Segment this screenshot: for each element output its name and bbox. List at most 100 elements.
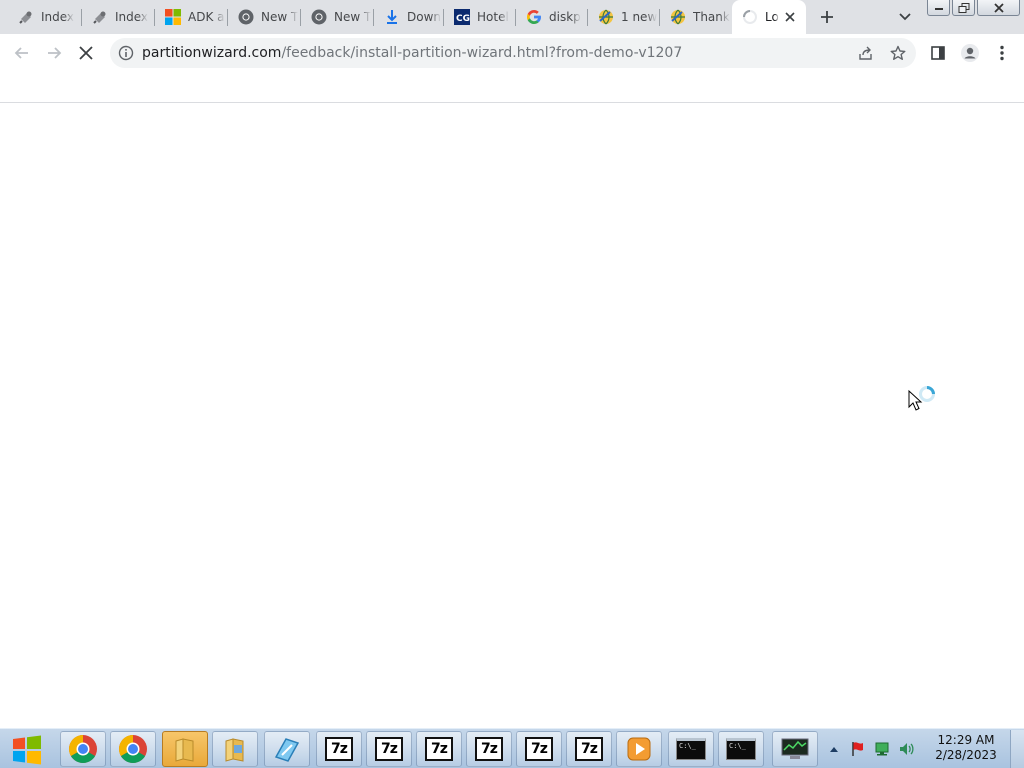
tab-strip: Index Index ADK a New T New T Down CG Ho… [0,0,1024,34]
tab-label: Index [115,10,149,24]
network-monitor-icon [781,738,809,759]
window-controls [927,0,1024,18]
busy-cursor-icon [908,385,938,413]
tab-new-1[interactable]: New T [228,0,301,34]
new-tab-button[interactable] [815,5,839,29]
download-icon [384,9,400,25]
taskbar-setup[interactable] [264,731,310,767]
address-bar[interactable]: partitionwizard.com/feedback/install-par… [110,38,916,68]
taskbar-7zip-4[interactable]: 7z [466,731,512,767]
tab-1-new[interactable]: 1 new [588,0,660,34]
taskbar-clock[interactable]: 12:29 AM 2/28/2023 [930,733,1002,763]
taskbar-cmd-2[interactable]: C:\_ [718,731,764,767]
chrome-icon [311,9,327,25]
show-hidden-icons-icon[interactable] [826,741,842,757]
setup-icon [274,738,300,762]
script-icon [18,9,34,25]
hotel-icon: CG [454,9,470,25]
url-path: /feedback/install-partition-wizard.html?… [281,45,683,61]
tab-label: Index [41,10,75,24]
tab-download[interactable]: Down [374,0,444,34]
network-icon[interactable] [874,741,890,757]
tab-label: Lo [765,10,779,24]
chrome-icon [69,735,97,763]
bookmark-star-icon[interactable] [890,45,906,61]
tab-label: ADK a [188,10,225,24]
globe-icon [670,9,686,25]
tab-diskpart[interactable]: diskp [516,0,588,34]
tab-label: Thank [693,10,730,24]
side-panel-button[interactable] [926,41,950,65]
7zip-icon: 7z [325,737,353,761]
tab-index-1[interactable]: Index [8,0,82,34]
folder-icon [175,738,194,762]
7zip-icon: 7z [575,737,603,761]
site-info-icon[interactable] [118,45,134,61]
taskbar-7zip-3[interactable]: 7z [416,731,462,767]
taskbar-7zip-2[interactable]: 7z [366,731,412,767]
tab-index-2[interactable]: Index [82,0,155,34]
action-center-flag-icon[interactable] [850,741,866,757]
close-tab-icon[interactable] [782,9,798,25]
browser-toolbar: partitionwizard.com/feedback/install-par… [0,34,1024,72]
taskbar-explorer[interactable] [212,731,258,767]
forward-button[interactable] [42,41,66,65]
7zip-icon: 7z [525,737,553,761]
clock-date: 2/28/2023 [935,748,997,762]
browser-menu-button[interactable] [990,41,1014,65]
taskbar-media-player[interactable] [616,731,662,767]
volume-icon[interactable] [898,741,914,757]
clock-time: 12:29 AM [937,733,995,747]
tab-thank[interactable]: Thank [660,0,732,34]
tab-label: Down [407,10,442,24]
tab-search-button[interactable] [893,5,917,29]
show-desktop-button[interactable] [1010,730,1024,768]
windows-taskbar: 7z 7z 7z 7z 7z 7z C:\_ C:\_ 12:29 AM 2/2… [0,728,1024,768]
tab-new-2[interactable]: New T [301,0,374,34]
tab-adk[interactable]: ADK a [155,0,228,34]
taskbar-7zip-5[interactable]: 7z [516,731,562,767]
tab-hotel[interactable]: CG Hotel [444,0,516,34]
restore-button[interactable] [952,0,975,16]
7zip-icon: 7z [475,737,503,761]
folder-icon [225,738,244,762]
tab-label: Hotel [477,10,509,24]
chrome-icon [119,735,147,763]
profile-avatar-icon[interactable] [958,41,982,65]
url-text[interactable]: partitionwizard.com/feedback/install-par… [142,45,682,61]
taskbar-7zip-1[interactable]: 7z [316,731,362,767]
taskbar-cmd-1[interactable]: C:\_ [668,731,714,767]
back-button[interactable] [10,41,34,65]
page-content [0,104,1024,728]
media-player-icon [627,737,651,761]
loading-spinner-icon [742,9,758,25]
command-prompt-icon: C:\_ [676,738,706,760]
tab-loading-active[interactable]: Lo [732,0,806,34]
taskbar-chrome-1[interactable] [60,731,106,767]
microsoft-logo-icon [165,9,181,25]
svg-text:CG: CG [456,14,470,24]
taskbar-explorer-active[interactable] [162,731,208,767]
tab-label: diskp [549,10,581,24]
command-prompt-icon: C:\_ [726,738,756,760]
stop-loading-button[interactable] [74,41,98,65]
script-icon [92,9,108,25]
page-header-strip [0,72,1024,103]
tab-label: 1 new [621,10,658,24]
minimize-button[interactable] [927,0,950,16]
url-host: partitionwizard.com [142,45,282,61]
taskbar-7zip-6[interactable]: 7z [566,731,612,767]
chrome-icon [238,9,254,25]
system-tray [826,737,922,761]
share-icon[interactable] [858,45,874,61]
7zip-icon: 7z [375,737,403,761]
start-button[interactable] [4,731,50,768]
taskbar-network-monitor[interactable] [772,731,818,767]
taskbar-chrome-2[interactable] [110,731,156,767]
tab-label: New T [334,10,372,24]
globe-icon [598,9,614,25]
google-icon [526,9,542,25]
7zip-icon: 7z [425,737,453,761]
tab-label: New T [261,10,299,24]
close-window-button[interactable] [977,0,1020,16]
